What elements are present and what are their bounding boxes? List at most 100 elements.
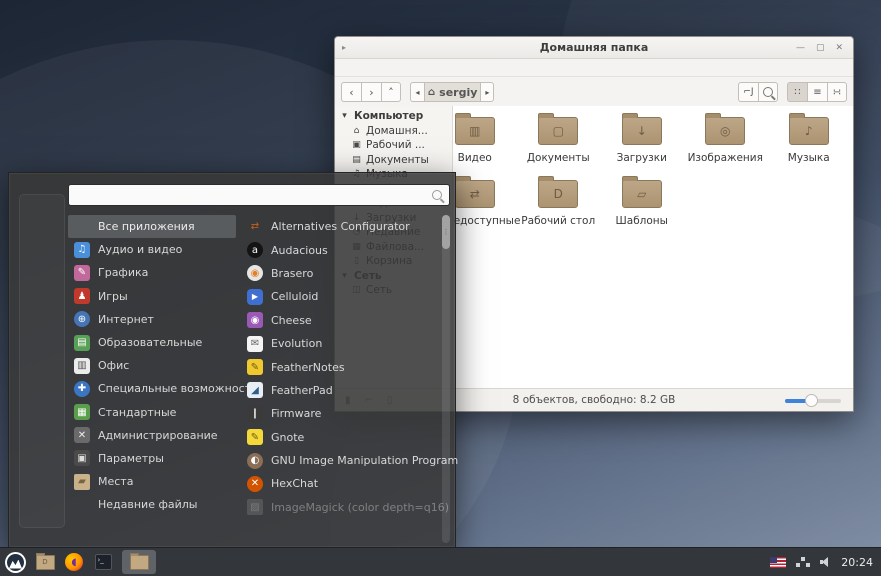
sidebar-item[interactable]: ▾ Компьютер <box>335 109 452 124</box>
category-item[interactable]: ♟ Игры <box>68 285 236 308</box>
session-button-icon[interactable] <box>29 478 53 502</box>
category-item[interactable]: ⊕ Интернет <box>68 308 236 331</box>
category-item[interactable]: ✕ Администрирование <box>68 424 236 447</box>
application-item[interactable]: ▨ ImageMagick (color depth=q16) <box>247 496 443 519</box>
folder-icon: ♪ <box>789 117 829 145</box>
category-item[interactable]: ▦ Стандартные <box>68 401 236 424</box>
application-icon: ✕ <box>247 476 263 492</box>
keyboard-layout-flag-icon[interactable] <box>770 557 786 568</box>
search-input[interactable] <box>68 184 450 206</box>
close-button[interactable]: ✕ <box>835 43 843 53</box>
category-item[interactable]: ▥ Офис <box>68 354 236 377</box>
folder-item[interactable]: ♪ Музыка <box>767 110 851 164</box>
application-item[interactable]: ✉ Evolution <box>247 332 443 355</box>
category-icon: ▤ <box>74 335 90 351</box>
path-right-icon[interactable]: ▸ <box>480 82 494 102</box>
clock[interactable]: 20:24 <box>841 556 873 569</box>
volume-icon[interactable] <box>820 556 832 568</box>
folder-item[interactable]: ⇄ Общедоступные <box>453 173 517 227</box>
application-item[interactable]: ✕ HexChat <box>247 472 443 495</box>
folder-icon: D <box>538 180 578 208</box>
favorite-app-icon[interactable] <box>29 230 53 254</box>
folder-label: Загрузки <box>617 152 667 164</box>
application-item[interactable]: ▶ Celluloid <box>247 285 443 308</box>
favorite-app-icon[interactable] <box>29 193 53 217</box>
application-icon: ▶ <box>247 289 263 305</box>
category-label: Графика <box>98 266 148 279</box>
category-item[interactable]: ♫ Аудио и видео <box>68 238 236 261</box>
category-icon: ♫ <box>74 242 90 258</box>
icon-view-button[interactable]: ∷ <box>787 82 807 102</box>
category-item[interactable]: ▣ Параметры <box>68 447 236 470</box>
favorite-app-icon[interactable] <box>29 332 53 356</box>
terminal-launcher[interactable]: ›_ <box>93 552 113 572</box>
menubar <box>335 59 853 77</box>
search-icon <box>763 87 773 97</box>
sidebar-item[interactable]: ⌂ Домашня... <box>335 124 452 139</box>
location-button[interactable]: ⌂ sergiy <box>424 82 480 102</box>
session-button-icon[interactable] <box>29 446 53 470</box>
category-label: Аудио и видео <box>98 243 182 256</box>
application-item[interactable]: ✎ Gnote <box>247 426 443 449</box>
folder-item[interactable]: D Рабочий стол <box>517 173 601 227</box>
maximize-button[interactable]: ▢ <box>816 43 825 53</box>
application-label: ImageMagick (color depth=q16) <box>271 501 449 514</box>
application-item[interactable]: ✎ FeatherNotes <box>247 355 443 378</box>
application-icon: ⇄ <box>247 219 263 235</box>
folder-label: Документы <box>527 152 590 164</box>
category-item[interactable]: ✎ Графика <box>68 261 236 284</box>
forward-button[interactable]: › <box>361 82 381 102</box>
category-label: Места <box>98 475 133 488</box>
application-item[interactable]: ⇄ Alternatives Configurator <box>247 215 443 238</box>
sidebar-item[interactable]: ▣ Рабочий ... <box>335 138 452 153</box>
application-item[interactable]: ❙ Firmware <box>247 402 443 425</box>
list-view-button[interactable]: ≡ <box>807 82 827 102</box>
network-icon[interactable] <box>801 557 805 561</box>
zoom-slider[interactable] <box>785 394 841 407</box>
file-manager-window-button[interactable] <box>122 550 156 574</box>
folder-item[interactable]: ▥ Видео <box>453 110 517 164</box>
sidebar-item[interactable]: ▤ Документы <box>335 153 452 168</box>
folder-view[interactable]: ▥ Видео ▢ Документы ↓ Загрузки ◎ Изображ… <box>453 106 853 389</box>
category-item[interactable]: ▤ Образовательные <box>68 331 236 354</box>
menu-button[interactable] <box>5 552 26 573</box>
desktop: ▸ Домашняя папка — ▢ ✕ ‹ › ˄ ◂ ⌂ sergiy <box>0 0 881 576</box>
folder-item[interactable]: ◎ Изображения <box>684 110 768 164</box>
minimize-button[interactable]: — <box>796 43 805 53</box>
application-item[interactable]: ◐ GNU Image Manipulation Program <box>247 449 443 472</box>
desktop-folder-launcher[interactable]: D <box>35 552 55 572</box>
folder-icon: ▢ <box>538 117 578 145</box>
category-label: Стандартные <box>98 406 176 419</box>
search-button[interactable] <box>758 82 778 102</box>
favorite-app-icon[interactable] <box>29 265 53 289</box>
folder-item[interactable]: ↓ Загрузки <box>600 110 684 164</box>
category-label: Недавние файлы <box>98 498 197 511</box>
category-item[interactable]: ▰ Места <box>68 470 236 493</box>
application-item[interactable]: a Audacious <box>247 238 443 261</box>
category-item[interactable]: Все приложения <box>68 215 236 238</box>
up-button[interactable]: ˄ <box>381 82 401 102</box>
titlebar[interactable]: ▸ Домашняя папка — ▢ ✕ <box>335 37 853 59</box>
firefox-launcher[interactable]: ◖ <box>64 552 84 572</box>
compact-view-button[interactable]: ∺ <box>827 82 847 102</box>
favorite-app-icon[interactable] <box>29 299 53 323</box>
session-button-icon[interactable] <box>29 414 53 438</box>
scrollbar-thumb[interactable]: ⋮ <box>442 215 450 249</box>
desktop-folder-icon: D <box>36 555 55 570</box>
category-item[interactable]: ✚ Специальные возможности <box>68 377 236 400</box>
folder-item[interactable]: ▱ Шаблоны <box>600 173 684 227</box>
application-item[interactable]: ◢ FeatherPad <box>247 379 443 402</box>
folder-item[interactable]: ▢ Документы <box>517 110 601 164</box>
zoom-slider-knob[interactable] <box>805 394 818 407</box>
category-item[interactable]: Недавние файлы <box>68 493 236 516</box>
toggle-location-entry-button[interactable]: ⌐J <box>738 82 758 102</box>
folder-icon: ↓ <box>622 117 662 145</box>
back-button[interactable]: ‹ <box>341 82 361 102</box>
folder-label: Общедоступные <box>453 215 520 227</box>
category-icon: ✚ <box>74 381 90 397</box>
path-left-icon[interactable]: ◂ <box>410 82 424 102</box>
application-icon: ◉ <box>247 265 263 281</box>
app-list-scrollbar[interactable]: ⋮ <box>442 215 450 543</box>
application-item[interactable]: ◉ Cheese <box>247 309 443 332</box>
application-item[interactable]: ◉ Brasero <box>247 262 443 285</box>
